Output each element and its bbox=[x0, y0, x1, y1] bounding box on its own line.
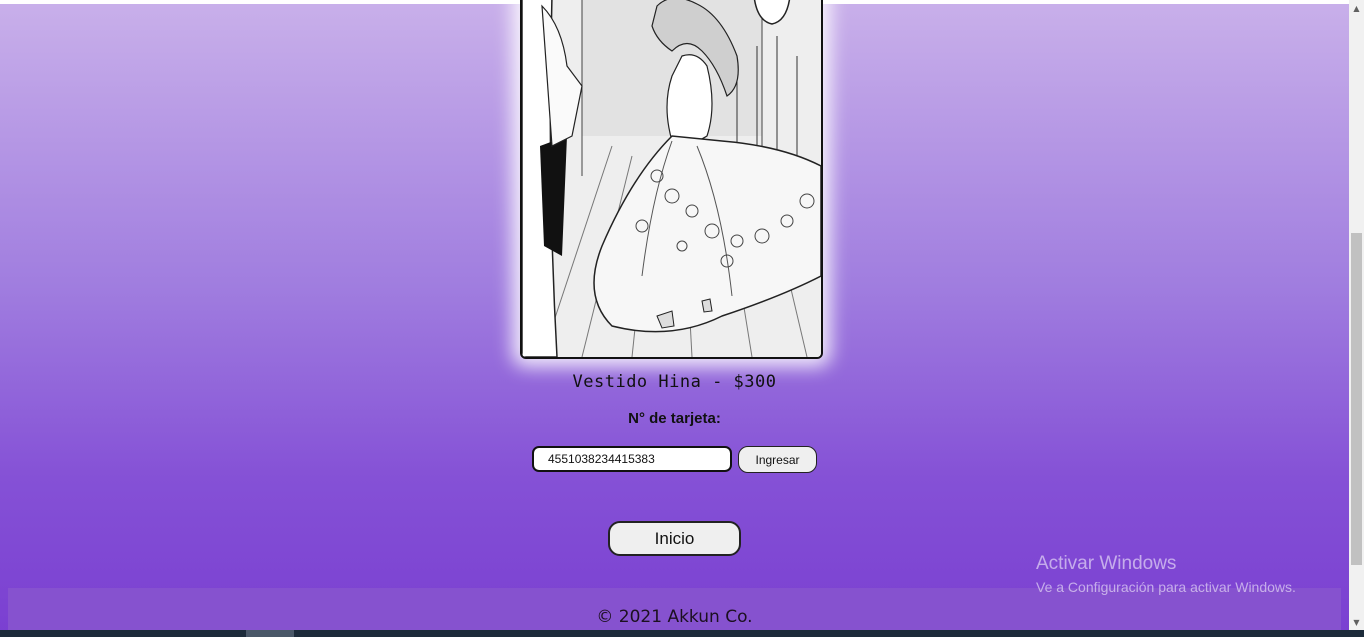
taskbar bbox=[0, 630, 1364, 637]
card-number-label: N° de tarjeta: bbox=[628, 410, 721, 427]
scroll-down-icon[interactable]: ▼ bbox=[1349, 614, 1364, 630]
submit-button[interactable]: Ingresar bbox=[738, 446, 817, 473]
scroll-up-icon[interactable]: ▲ bbox=[1349, 0, 1364, 16]
watermark-subtitle: Ve a Configuración para activar Windows. bbox=[1036, 579, 1296, 595]
windows-activation-watermark: Activar Windows Ve a Configuración para … bbox=[1036, 553, 1296, 595]
scrollbar-thumb[interactable] bbox=[1351, 233, 1362, 565]
vertical-scrollbar[interactable]: ▲ ▼ bbox=[1349, 0, 1364, 630]
product-title: Vestido Hina - $300 bbox=[572, 372, 777, 392]
footer-copyright: © 2021 Akkun Co. bbox=[596, 607, 753, 627]
watermark-title: Activar Windows bbox=[1036, 553, 1177, 574]
product-image bbox=[520, 0, 823, 359]
card-number-input[interactable] bbox=[532, 446, 732, 472]
dress-illustration bbox=[522, 0, 821, 357]
taskbar-item[interactable] bbox=[246, 630, 294, 637]
home-button[interactable]: Inicio bbox=[608, 521, 741, 556]
